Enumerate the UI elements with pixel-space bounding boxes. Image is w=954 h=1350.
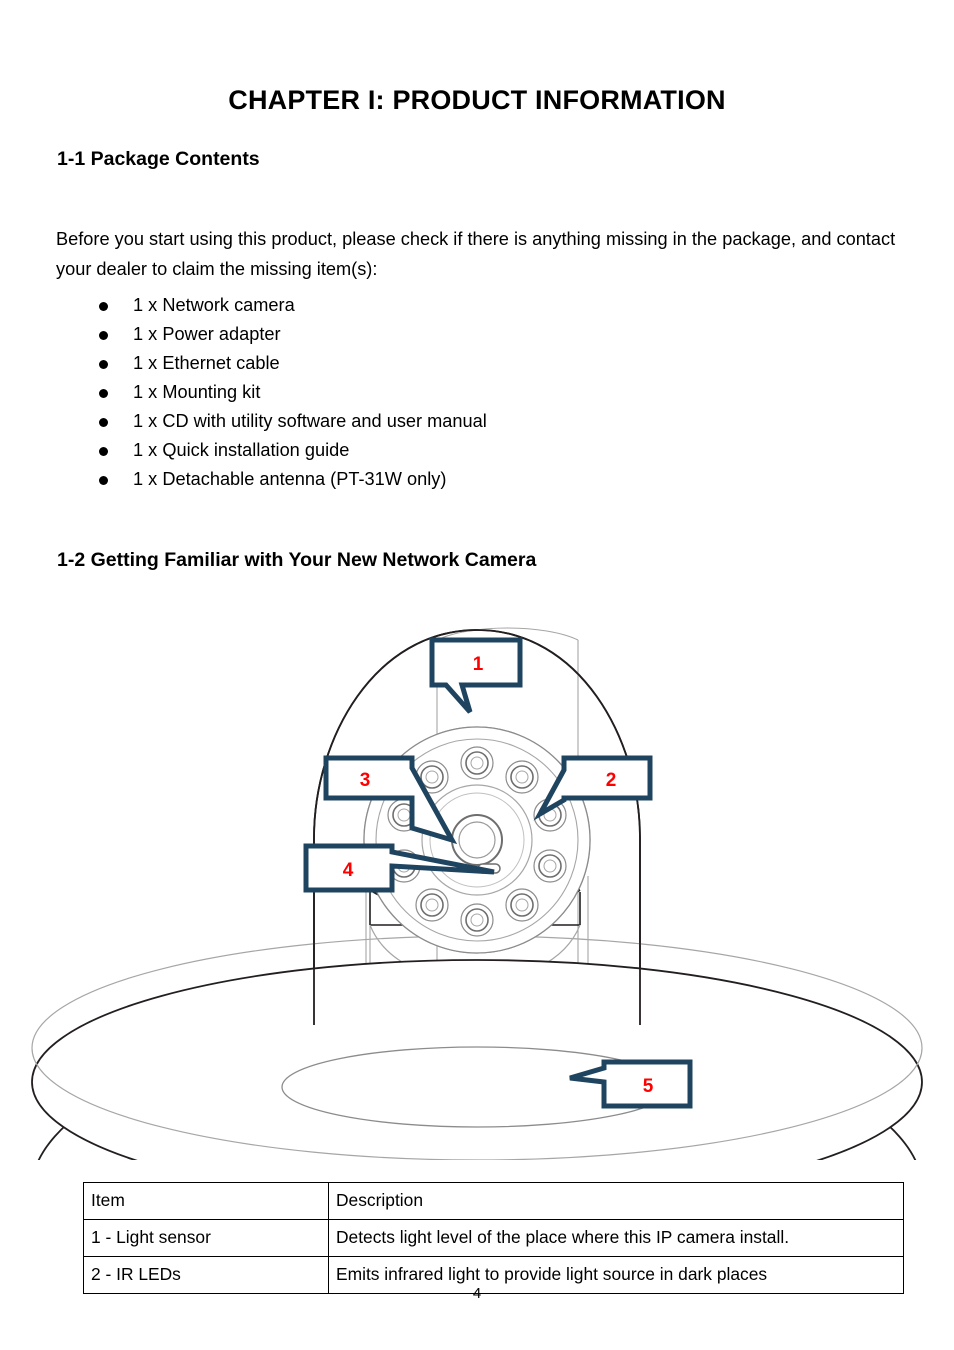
bullet-icon (99, 476, 108, 485)
list-item-label: 1 x Network camera (133, 295, 295, 315)
camera-illustration (31, 627, 923, 1160)
bullet-icon (99, 302, 108, 311)
table-row: 1 - Light sensor Detects light level of … (83, 1219, 904, 1257)
list-item: 1 x CD with utility software and user ma… (99, 407, 859, 436)
list-item-label: 1 x Ethernet cable (133, 353, 280, 373)
list-item: 1 x Quick installation guide (99, 436, 859, 465)
list-item: 1 x Mounting kit (99, 378, 859, 407)
base-outer-ellipse (31, 959, 923, 1160)
column-header-description: Description (328, 1182, 904, 1220)
list-item: 1 x Ethernet cable (99, 349, 859, 378)
list-item: 1 x Network camera (99, 291, 859, 320)
ir-led (460, 746, 494, 780)
package-contents-list: 1 x Network camera 1 x Power adapter 1 x… (99, 291, 859, 494)
bullet-icon (99, 331, 108, 340)
bullet-icon (99, 389, 108, 398)
page-title: CHAPTER I: PRODUCT INFORMATION (228, 85, 726, 116)
list-item-label: 1 x Quick installation guide (133, 440, 350, 460)
intro-paragraph: Before you start using this product, ple… (56, 229, 896, 280)
list-item: 1 x Detachable antenna (PT-31W only) (99, 465, 859, 494)
callout-3-label: 3 (360, 770, 371, 791)
bullet-icon (99, 418, 108, 427)
document-page: CHAPTER I: PRODUCT INFORMATION 1-1 Packa… (0, 0, 954, 1350)
bullet-icon (99, 447, 108, 456)
list-item-label: 1 x Power adapter (133, 324, 281, 344)
network-camera-figure: 1 3 2 4 5 (0, 600, 954, 1160)
lens-inner (458, 821, 496, 859)
section-heading-package-contents: 1-1 Package Contents (57, 148, 260, 171)
column-header-item: Item (83, 1182, 329, 1220)
bullet-icon (99, 360, 108, 369)
ir-led (460, 903, 494, 937)
table-cell-item: 1 - Light sensor (83, 1219, 329, 1257)
list-item-label: 1 x Mounting kit (133, 382, 261, 402)
ir-led (415, 888, 449, 922)
callout-1-label: 1 (473, 654, 484, 675)
table-cell-description: Detects light level of the place where t… (328, 1219, 904, 1257)
table-header-row: Item Description (83, 1182, 904, 1220)
ir-led (505, 888, 539, 922)
list-item-label: 1 x Detachable antenna (PT-31W only) (133, 469, 447, 489)
callout-5-label: 5 (643, 1076, 654, 1097)
specification-table: Item Description 1 - Light sensor Detect… (83, 1182, 904, 1294)
section-heading-getting-familiar: 1-2 Getting Familiar with Your New Netwo… (57, 549, 537, 572)
callout-4-label: 4 (343, 860, 354, 881)
ir-led (505, 760, 539, 794)
ir-led (533, 849, 567, 883)
page-number: 4 (472, 1285, 482, 1302)
callout-2-label: 2 (606, 770, 617, 791)
list-item-label: 1 x CD with utility software and user ma… (133, 411, 487, 431)
list-item: 1 x Power adapter (99, 320, 859, 349)
